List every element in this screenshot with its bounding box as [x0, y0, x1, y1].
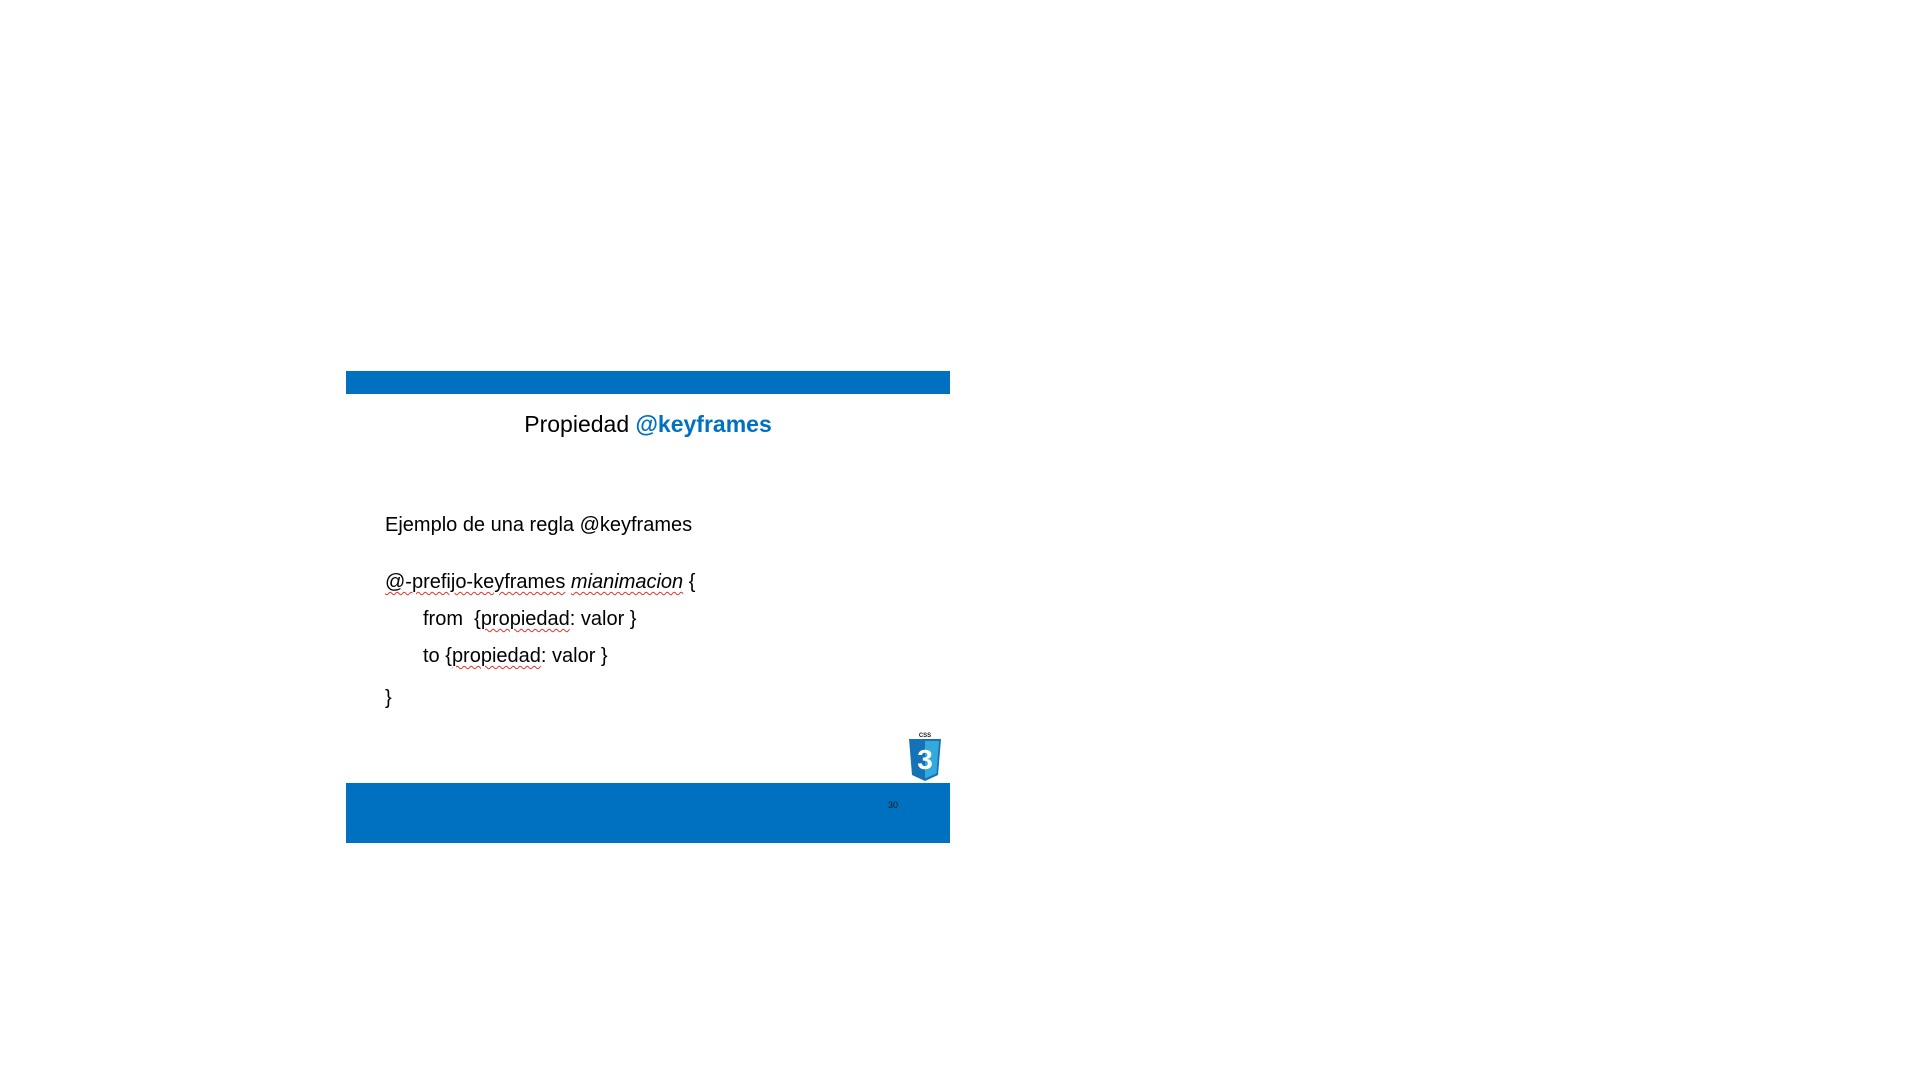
code-from-keyword: from — [423, 608, 463, 630]
code-line-from: from {propiedad: valor } — [423, 608, 636, 631]
code-to-open: { — [445, 645, 452, 667]
slide: Propiedad @keyframes Ejemplo de una regl… — [346, 371, 950, 843]
code-animation-name: mianimacion — [570, 571, 684, 593]
code-rule-keyword: @-prefijo-keyframes — [385, 571, 566, 593]
top-banner — [346, 371, 950, 394]
title-prefix: Propiedad — [524, 411, 630, 437]
css3-logo-icon: CSS 3 — [909, 733, 941, 781]
bottom-banner: 30 — [346, 783, 950, 843]
code-line-to: to {propiedad: valor } — [423, 645, 608, 668]
code-from-property: propiedad — [480, 608, 570, 630]
code-to-value: : valor } — [540, 645, 608, 667]
slide-subtitle: Ejemplo de una regla @keyframes — [385, 514, 693, 536]
css-logo-label: CSS — [919, 733, 931, 739]
css-logo-number: 3 — [917, 744, 933, 775]
code-open-brace: { — [688, 571, 696, 593]
code-to-keyword: to — [423, 645, 440, 667]
code-from-open: { — [474, 608, 481, 630]
slide-title: Propiedad @keyframes — [346, 411, 950, 438]
code-close-brace: } — [385, 687, 392, 709]
code-to-property: propiedad — [451, 645, 541, 667]
code-line-rule: @-prefijo-keyframes mianimacion { — [385, 571, 695, 594]
page-number: 30 — [888, 800, 899, 810]
code-from-value: : valor } — [569, 608, 637, 630]
title-accent: @keyframes — [635, 411, 772, 437]
